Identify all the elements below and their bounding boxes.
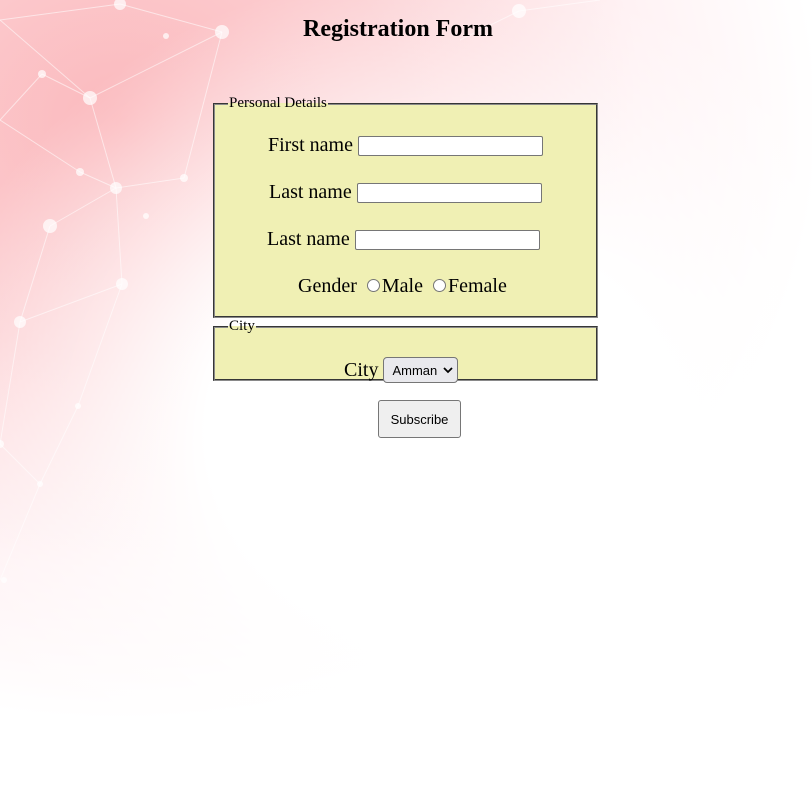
personal-details-fieldset: Personal Details First name Last name La… — [213, 95, 598, 318]
gender-label: Gender — [298, 275, 357, 297]
first-name-input[interactable] — [358, 135, 543, 156]
personal-details-legend: Personal Details — [229, 95, 327, 111]
city-select-value: Amman — [392, 362, 438, 378]
last-name-input[interactable] — [356, 182, 542, 203]
last-name-2-row: Last name — [267, 228, 540, 251]
last-name-row: Last name — [269, 181, 542, 204]
last-name-2-label: Last name — [267, 228, 350, 250]
first-name-label: First name — [268, 134, 353, 156]
city-legend: City — [229, 318, 255, 334]
city-fieldset: City City Amman — [213, 318, 598, 383]
gender-female-radio[interactable] — [432, 279, 446, 292]
gender-male-radio[interactable] — [366, 279, 380, 292]
chevron-down-icon — [443, 367, 453, 374]
gender-male-label[interactable]: Male — [382, 275, 423, 298]
page-title: Registration Form — [303, 16, 493, 42]
last-name-label: Last name — [269, 181, 352, 203]
first-name-row: First name — [268, 134, 543, 157]
gender-row: Gender Male Female — [298, 275, 507, 298]
city-label: City — [344, 358, 379, 381]
gender-female-label[interactable]: Female — [448, 275, 507, 298]
city-select[interactable]: Amman — [383, 357, 459, 383]
city-row: City Amman — [344, 357, 459, 383]
last-name-2-input[interactable] — [354, 229, 540, 250]
subscribe-button[interactable]: Subscribe — [378, 400, 461, 438]
